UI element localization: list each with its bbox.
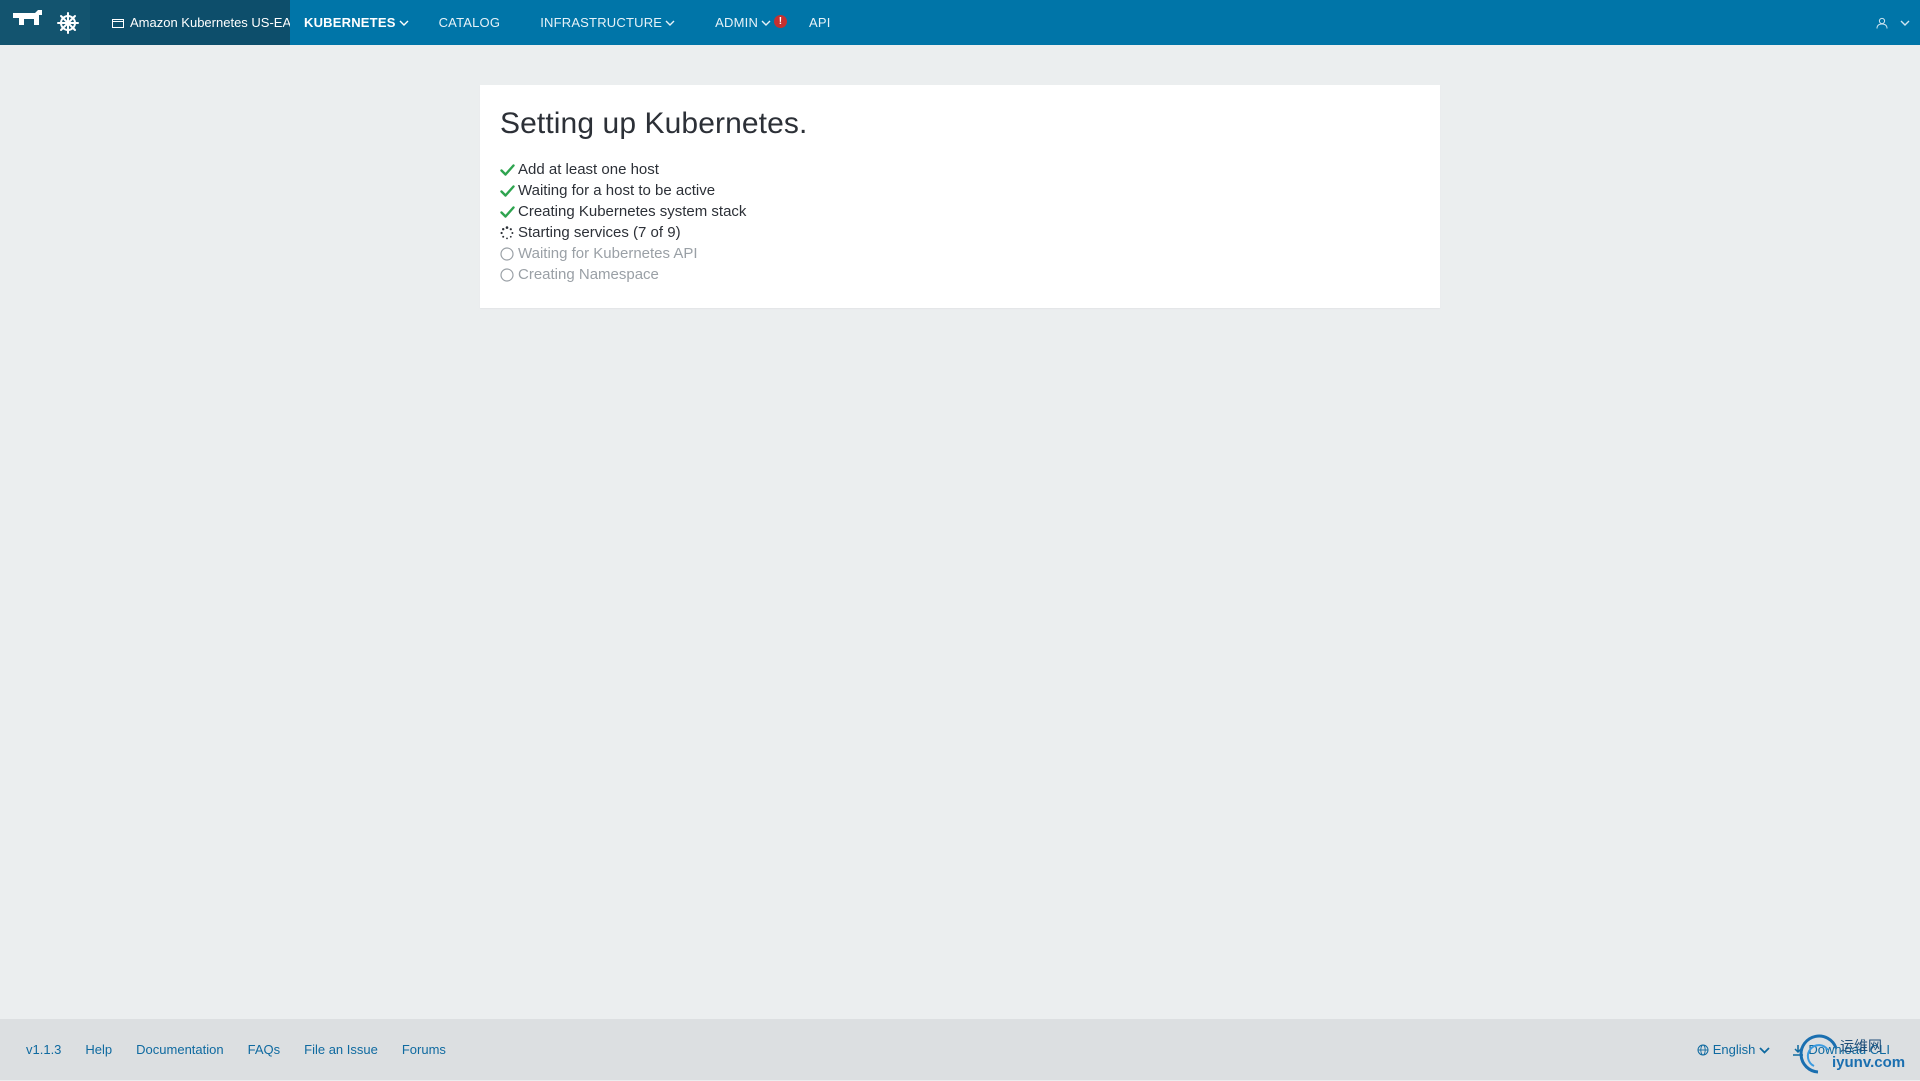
footer-forums-link[interactable]: Forums xyxy=(402,1042,446,1057)
environment-name: Amazon Kubernetes US-EAST-1 xyxy=(130,15,290,30)
spinner-icon xyxy=(500,225,518,241)
setup-card: Setting up Kubernetes. Add at least one … xyxy=(480,85,1440,308)
step-add-host: Add at least one host xyxy=(500,159,1420,180)
chevron-down-icon xyxy=(665,19,675,27)
check-icon xyxy=(500,183,518,199)
nav-infrastructure-label: INFRASTRUCTURE xyxy=(540,15,663,30)
step-label: Waiting for Kubernetes API xyxy=(518,245,698,262)
globe-icon xyxy=(1697,1044,1709,1056)
language-label: English xyxy=(1712,1042,1756,1057)
chevron-down-icon xyxy=(1900,19,1910,27)
language-selector[interactable]: English xyxy=(1697,1042,1771,1057)
step-label: Starting services (7 of 9) xyxy=(518,224,681,241)
nav-kubernetes-label: KUBERNETES xyxy=(304,15,396,30)
nav-admin[interactable]: ADMIN ! xyxy=(715,0,788,45)
step-create-namespace: Creating Namespace xyxy=(500,264,1420,285)
step-label: Add at least one host xyxy=(518,161,659,178)
setup-steps: Add at least one host Waiting for a host… xyxy=(500,159,1420,285)
footer-faqs-link[interactable]: FAQs xyxy=(248,1042,281,1057)
rancher-logo-icon xyxy=(11,7,55,38)
footer-links: v1.1.3 Help Documentation FAQs File an I… xyxy=(0,1042,470,1057)
nav-catalog[interactable]: CATALOG xyxy=(439,0,501,45)
top-nav: Amazon Kubernetes US-EAST-1 KUBERNETES C… xyxy=(0,0,1920,45)
check-icon xyxy=(500,162,518,178)
user-icon xyxy=(1876,17,1888,29)
nav-api[interactable]: API xyxy=(809,0,831,45)
page-title: Setting up Kubernetes. xyxy=(500,107,808,140)
rancher-logo[interactable] xyxy=(0,0,90,45)
step-label: Creating Kubernetes system stack xyxy=(518,203,747,220)
watermark-bottom-text: iyunv.com xyxy=(1832,1054,1906,1071)
nav-admin-label: ADMIN xyxy=(715,15,759,30)
step-kubernetes-api: Waiting for Kubernetes API xyxy=(500,243,1420,264)
footer-help-link[interactable]: Help xyxy=(85,1042,112,1057)
check-icon xyxy=(500,204,518,220)
step-starting-services: Starting services (7 of 9) xyxy=(500,222,1420,243)
empty-circle-icon xyxy=(500,246,518,262)
environment-icon xyxy=(112,18,124,28)
footer: v1.1.3 Help Documentation FAQs File an I… xyxy=(0,1019,1920,1080)
site-watermark: 运维网 iyunv.com xyxy=(1796,1034,1906,1076)
nav-kubernetes[interactable]: KUBERNETES xyxy=(304,0,409,45)
nav-api-label: API xyxy=(809,15,831,30)
nav-catalog-label: CATALOG xyxy=(438,15,501,30)
step-label: Creating Namespace xyxy=(518,266,659,283)
footer-file-issue-link[interactable]: File an Issue xyxy=(304,1042,378,1057)
empty-circle-icon xyxy=(500,267,518,283)
watermark-top-text: 运维网 xyxy=(1840,1039,1882,1055)
chevron-down-icon xyxy=(399,19,409,27)
step-label: Waiting for a host to be active xyxy=(518,182,716,199)
footer-version-link[interactable]: v1.1.3 xyxy=(26,1042,61,1057)
alert-icon: ! xyxy=(774,15,788,28)
nav-infrastructure[interactable]: INFRASTRUCTURE xyxy=(540,0,675,45)
user-menu[interactable] xyxy=(1876,0,1910,45)
kubernetes-helm-icon xyxy=(57,11,79,34)
chevron-down-icon xyxy=(761,19,771,27)
footer-documentation-link[interactable]: Documentation xyxy=(136,1042,223,1057)
step-host-active: Waiting for a host to be active xyxy=(500,180,1420,201)
chevron-down-icon xyxy=(1759,1046,1770,1054)
environment-switcher[interactable]: Amazon Kubernetes US-EAST-1 xyxy=(90,0,290,45)
step-system-stack: Creating Kubernetes system stack xyxy=(500,201,1420,222)
